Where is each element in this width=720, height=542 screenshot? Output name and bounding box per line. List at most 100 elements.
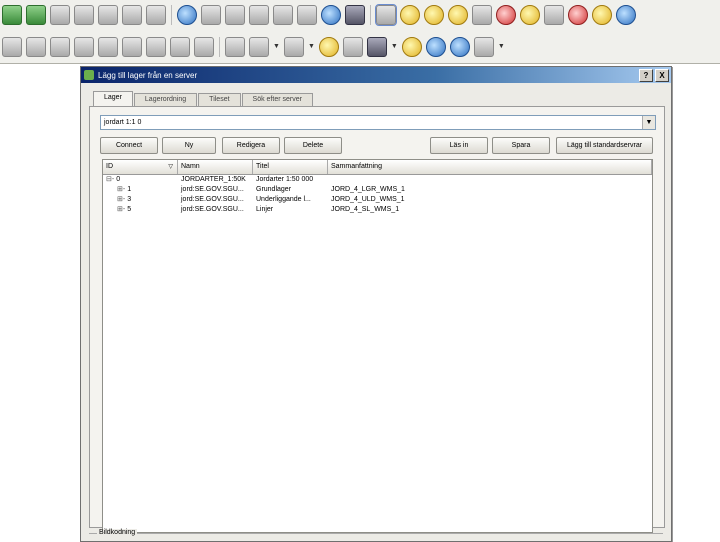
zoom-next-icon[interactable] [592, 5, 612, 25]
zoom-full-icon[interactable] [496, 5, 516, 25]
row-name: JORDARTER_1:50K [181, 176, 246, 183]
load-button[interactable]: Läs in [430, 137, 488, 154]
tree-collapse-icon[interactable]: ⊟- [106, 176, 114, 183]
row-title: Grundlager [256, 186, 292, 193]
edit-button[interactable]: Redigera [222, 137, 280, 154]
qgis-icon [84, 70, 94, 80]
zoom-layer-icon[interactable] [520, 5, 540, 25]
column-header-title[interactable]: Titel [253, 160, 328, 174]
tab-layer-order[interactable]: Lagerordning [133, 93, 198, 106]
chevron-down-icon[interactable]: ▼ [642, 116, 655, 129]
form2-icon[interactable] [146, 5, 166, 25]
table-row[interactable]: ⊟- 0 JORDARTER_1:50K Jordarter 1:50 000 [103, 175, 652, 185]
new-button[interactable]: Ny [162, 137, 216, 154]
dialog-titlebar: Lägg till lager från en server ? X [81, 67, 671, 83]
row-name: jord:SE.GOV.SGU... [181, 206, 244, 213]
row-summary: JORD_4_LGR_WMS_1 [331, 186, 405, 193]
ruler-dropdown-icon[interactable]: ▼ [391, 43, 398, 50]
node3-icon[interactable] [249, 5, 269, 25]
split-icon[interactable] [273, 5, 293, 25]
globe-icon[interactable] [2, 5, 22, 25]
main-toolbar [0, 0, 720, 31]
no-icon[interactable] [318, 36, 339, 57]
rotate-icon[interactable] [194, 36, 214, 57]
zoom-native-icon[interactable] [472, 5, 492, 25]
node-edit-icon[interactable] [122, 36, 142, 57]
tab-tileset[interactable]: Tileset [198, 93, 241, 106]
help-button[interactable]: ? [639, 68, 653, 82]
table-row[interactable]: ⊞- 3 jord:SE.GOV.SGU... Underliggande l..… [103, 195, 652, 205]
feather-icon[interactable] [74, 5, 94, 25]
row-title: Linjer [256, 206, 274, 213]
python-icon[interactable] [425, 36, 446, 57]
column-header-id[interactable]: ID ▽ [103, 160, 178, 174]
dialog-title: Lägg till lager från en server [98, 70, 198, 80]
add-default-servers-button[interactable]: Lägg till standardservrar [556, 137, 653, 154]
measure2-icon[interactable] [74, 36, 94, 57]
dialog-tabs: Lager Lagerordning Tileset Sök efter ser… [93, 91, 314, 106]
merge-icon[interactable] [297, 5, 317, 25]
node2-icon[interactable] [225, 5, 245, 25]
table-row[interactable]: ⊞- 5 jord:SE.GOV.SGU... Linjer JORD_4_SL_… [103, 205, 652, 215]
image-encoding-group: Bildkodning [89, 529, 663, 542]
tab-layers[interactable]: Lager [93, 91, 133, 106]
close-button[interactable]: X [655, 68, 669, 82]
gear-icon[interactable] [249, 36, 269, 57]
text-dropdown-icon[interactable]: ▼ [498, 43, 505, 50]
zoom-out-icon[interactable] [448, 5, 468, 25]
image-encoding-label: Bildkodning [97, 529, 138, 536]
gps-icon[interactable] [177, 5, 197, 25]
zoom-last-icon[interactable] [568, 5, 588, 25]
secondary-toolbar: ▼ ▼ ▼ ▼ [0, 30, 720, 64]
connect-button[interactable]: Connect [100, 137, 158, 154]
gear-dropdown-icon[interactable]: ▼ [273, 43, 280, 50]
measure-icon[interactable] [50, 36, 70, 57]
tip-icon[interactable] [401, 36, 422, 57]
toolbar-separator [370, 5, 371, 25]
table-row[interactable]: ⊞- 1 jord:SE.GOV.SGU... Grundlager JORD_4… [103, 185, 652, 195]
refresh-icon[interactable] [616, 5, 636, 25]
pointer-icon[interactable] [283, 36, 304, 57]
tool-icon[interactable] [98, 5, 118, 25]
toolbar-separator [171, 5, 172, 25]
pan-move-icon[interactable] [400, 5, 420, 25]
select-icon[interactable] [26, 36, 46, 57]
polygon2-icon[interactable] [170, 36, 190, 57]
zoom-select-icon[interactable] [544, 5, 564, 25]
star-icon[interactable] [98, 36, 118, 57]
pointer-dropdown-icon[interactable]: ▼ [308, 43, 315, 50]
layers-icon[interactable] [345, 5, 365, 25]
column-header-name[interactable]: Namn [178, 160, 253, 174]
save-button[interactable]: Spara [492, 137, 550, 154]
ogc-icon[interactable] [449, 36, 470, 57]
tree-expand-icon[interactable]: ⊞- [117, 206, 125, 213]
column-header-summary[interactable]: Sammanfattning [328, 160, 652, 174]
info-icon[interactable] [2, 36, 22, 57]
node-icon[interactable] [201, 5, 221, 25]
delete-button[interactable]: Delete [284, 137, 342, 154]
row-name: jord:SE.GOV.SGU... [181, 196, 244, 203]
sort-icon: ▽ [168, 164, 173, 170]
zoom-in-icon[interactable] [424, 5, 444, 25]
row-name: jord:SE.GOV.SGU... [181, 186, 244, 193]
text-icon[interactable] [473, 36, 494, 57]
connection-select[interactable]: jordart 1:1 0 ▼ [100, 115, 656, 130]
form-icon[interactable] [122, 5, 142, 25]
globe-blue-icon[interactable] [321, 5, 341, 25]
label-icon[interactable] [225, 36, 245, 57]
polygon-icon[interactable] [146, 36, 166, 57]
connection-value: jordart 1:1 0 [104, 119, 142, 126]
toolbar-separator [219, 36, 220, 57]
ruler-icon[interactable] [366, 36, 387, 57]
table-icon[interactable] [342, 36, 363, 57]
tree-expand-icon[interactable]: ⊞- [117, 196, 125, 203]
pan-icon[interactable] [375, 4, 397, 26]
row-title: Jordarter 1:50 000 [256, 176, 314, 183]
globe-plus-icon[interactable] [26, 5, 46, 25]
crown-icon[interactable] [50, 5, 70, 25]
tab-search-server[interactable]: Sök efter server [241, 93, 313, 106]
tree-expand-icon[interactable]: ⊞- [117, 186, 125, 193]
row-summary: JORD_4_SL_WMS_1 [331, 206, 400, 213]
row-summary [328, 175, 652, 185]
layers-table: ID ▽ Namn Titel Sammanfattning ⊟- 0 JORDAR… [102, 159, 653, 533]
